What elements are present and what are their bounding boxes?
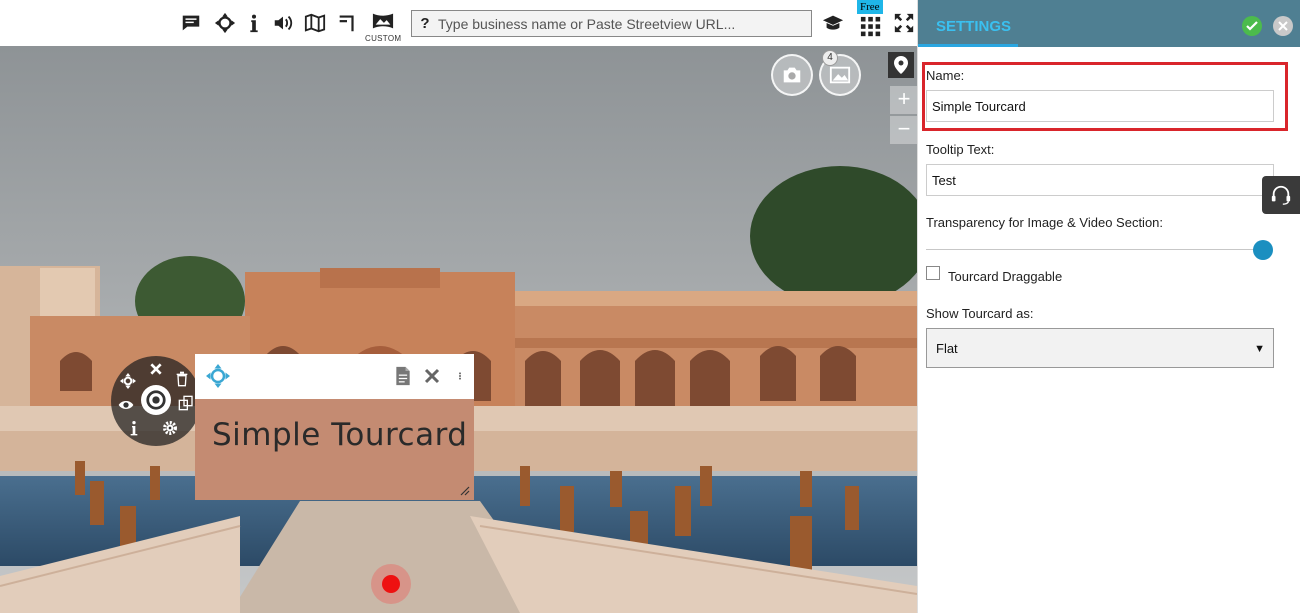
map-icon[interactable] bbox=[302, 10, 328, 36]
eye-icon[interactable] bbox=[117, 396, 135, 414]
custom-label: CUSTOM bbox=[365, 34, 402, 43]
name-label: Name: bbox=[926, 68, 965, 83]
map-pin-button[interactable] bbox=[888, 52, 914, 78]
camera-icon bbox=[783, 67, 801, 83]
headset-icon bbox=[1271, 185, 1291, 205]
map-pin-icon bbox=[894, 56, 908, 74]
transparency-slider-track[interactable] bbox=[926, 249, 1264, 250]
record-dot bbox=[382, 575, 400, 593]
top-toolbar: CUSTOM ? Free bbox=[0, 0, 917, 46]
save-check-icon[interactable] bbox=[1242, 16, 1262, 36]
help-question-icon[interactable]: ? bbox=[412, 15, 438, 32]
close-settings-icon[interactable] bbox=[1273, 16, 1293, 36]
more-options-icon[interactable] bbox=[448, 364, 472, 388]
search-input[interactable] bbox=[438, 15, 808, 32]
hotspot-radial-menu bbox=[111, 356, 201, 446]
support-headset-button[interactable] bbox=[1262, 176, 1300, 214]
tab-settings[interactable]: SETTINGS bbox=[918, 0, 1018, 47]
copy-icon[interactable] bbox=[177, 394, 195, 412]
tourcard-title: Simple Tourcard bbox=[212, 417, 468, 453]
move-icon[interactable] bbox=[212, 10, 238, 36]
transparency-label: Transparency for Image & Video Section: bbox=[926, 215, 1164, 230]
graduation-cap-icon[interactable] bbox=[820, 10, 846, 36]
move-hotspot-icon[interactable] bbox=[119, 372, 137, 390]
panorama-image bbox=[0, 46, 917, 613]
dropdown-arrow-icon: ▼ bbox=[1254, 343, 1265, 355]
tooltip-label: Tooltip Text: bbox=[926, 142, 995, 157]
corner-icon[interactable] bbox=[334, 10, 360, 36]
tourcard-move-icon[interactable] bbox=[206, 364, 230, 388]
close-tourcard-icon[interactable] bbox=[420, 364, 444, 388]
zoom-out-button[interactable]: − bbox=[890, 116, 917, 144]
image-icon bbox=[829, 66, 851, 84]
panorama-viewer[interactable]: 4 + − Simple Tourcard bbox=[0, 46, 917, 613]
info-icon[interactable] bbox=[241, 10, 267, 36]
transparency-slider-knob[interactable] bbox=[1253, 240, 1273, 260]
zoom-in-button[interactable]: + bbox=[890, 86, 917, 114]
settings-panel: SETTINGS Name: Tooltip Text: Transparenc… bbox=[917, 0, 1300, 613]
record-button[interactable] bbox=[371, 564, 411, 604]
name-input[interactable] bbox=[926, 90, 1274, 122]
draggable-checkbox[interactable] bbox=[926, 266, 940, 280]
tourcard-body: Simple Tourcard bbox=[195, 399, 474, 500]
resize-handle-icon[interactable] bbox=[458, 484, 470, 496]
tourcard[interactable]: Simple Tourcard bbox=[195, 354, 474, 500]
tourcard-header bbox=[195, 354, 474, 399]
custom-icon[interactable] bbox=[370, 8, 396, 34]
volume-icon[interactable] bbox=[270, 10, 296, 36]
delete-icon[interactable] bbox=[173, 370, 191, 388]
settings-header: SETTINGS bbox=[918, 0, 1300, 47]
camera-button[interactable] bbox=[771, 54, 813, 96]
draggable-label: Tourcard Draggable bbox=[948, 269, 1063, 284]
info-hotspot-icon[interactable] bbox=[125, 419, 143, 437]
fullscreen-icon[interactable] bbox=[891, 10, 917, 36]
show-as-select[interactable]: Flat ▼ bbox=[926, 328, 1274, 368]
show-as-label: Show Tourcard as: bbox=[926, 306, 1034, 321]
photo-count-badge: 4 bbox=[822, 50, 838, 66]
free-badge: Free bbox=[857, 0, 883, 14]
show-as-value: Flat bbox=[936, 341, 958, 356]
tooltip-input[interactable] bbox=[926, 164, 1274, 196]
comment-icon[interactable] bbox=[178, 10, 204, 36]
gear-icon[interactable] bbox=[161, 419, 179, 437]
close-hotspot-icon[interactable] bbox=[147, 360, 165, 378]
search-box[interactable]: ? bbox=[411, 10, 812, 37]
document-icon[interactable] bbox=[391, 364, 415, 388]
target-center-icon[interactable] bbox=[141, 385, 171, 415]
grid-icon[interactable] bbox=[858, 14, 884, 40]
